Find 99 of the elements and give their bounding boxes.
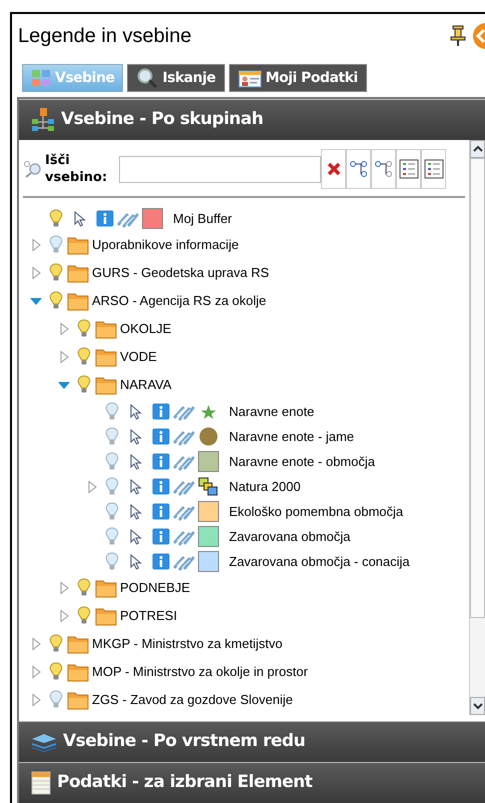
layer-label[interactable]: Zavarovana območja - conacija [229, 552, 410, 572]
section-title: Vsebine - Po vrstnem redu [63, 730, 306, 754]
layer-label[interactable]: Moj Buffer [173, 208, 232, 228]
folder-icon [95, 578, 117, 598]
table-icon [31, 771, 51, 795]
folder-icon [95, 319, 117, 339]
folder-label[interactable]: ARSO - Agencija RS za okolje [92, 291, 266, 311]
legend-button[interactable] [396, 149, 421, 189]
folder-icon [67, 690, 89, 710]
stack-icon [31, 732, 57, 752]
lightbulb-icon[interactable] [48, 690, 64, 710]
grid-icon [31, 69, 51, 87]
lightbulb-icon[interactable] [104, 552, 120, 572]
folder-label[interactable]: NARAVA [120, 375, 172, 395]
legend-button[interactable] [421, 149, 446, 189]
circle-symbol [198, 426, 219, 447]
tree-icon [348, 159, 368, 179]
lightbulb-icon[interactable] [76, 347, 92, 367]
section-title: Vsebine - Po skupinah [61, 108, 264, 132]
lightbulb-icon[interactable] [48, 662, 64, 682]
folder-icon [67, 263, 89, 283]
info-icon[interactable] [152, 478, 170, 495]
info-icon[interactable] [152, 428, 170, 445]
pointer-icon[interactable] [130, 504, 142, 520]
folder-icon [67, 235, 89, 255]
info-icon[interactable] [96, 210, 114, 227]
info-icon[interactable] [152, 503, 170, 520]
folder-icon [67, 662, 89, 682]
folder-label[interactable]: GURS - Geodetska uprava RS [92, 263, 270, 283]
hierarchy-icon [31, 108, 55, 132]
window-title: Legende in vsebine [18, 24, 192, 49]
layer-label[interactable]: Ekološko pomembna območja [229, 502, 404, 522]
layer-label[interactable]: Naravne enote - območja [229, 452, 375, 472]
folder-icon [95, 606, 117, 626]
folder-label[interactable]: MOP - Ministrstvo za okolje in prostor [92, 662, 308, 682]
folder-label[interactable]: OKOLJE [120, 319, 172, 339]
lightbulb-icon[interactable] [76, 578, 92, 598]
lightbulb-icon[interactable] [104, 402, 120, 422]
pin-icon[interactable] [450, 25, 466, 47]
lightbulb-icon[interactable] [48, 291, 64, 311]
lightbulb-icon[interactable] [48, 235, 64, 255]
collapse-all-button[interactable] [371, 149, 396, 189]
folder-label[interactable]: Uporabnikove informacije [92, 235, 239, 255]
lightbulb-icon[interactable] [104, 476, 120, 496]
pointer-icon[interactable] [130, 454, 142, 470]
lightbulb-icon[interactable] [104, 426, 120, 446]
section-title: Podatki - za izbrani Element [57, 771, 312, 794]
folder-icon [95, 375, 117, 395]
info-icon[interactable] [152, 528, 170, 545]
info-icon[interactable] [152, 403, 170, 420]
close-icon [326, 162, 340, 176]
pointer-icon[interactable] [74, 210, 86, 226]
scrollbar[interactable] [469, 140, 485, 715]
expand-all-button[interactable] [346, 149, 371, 189]
folder-label[interactable]: POTRESI [120, 606, 178, 626]
tree-icon [374, 159, 394, 179]
info-icon[interactable] [152, 453, 170, 470]
layer-label[interactable]: Naravne enote [229, 402, 314, 422]
section-header[interactable]: Podatki - za izbrani Element [19, 763, 485, 803]
pointer-icon[interactable] [130, 554, 142, 570]
info-icon[interactable] [152, 553, 170, 570]
lightbulb-icon[interactable] [76, 606, 92, 626]
folder-label[interactable]: ZGS - Zavod za gozdove Slovenije [92, 690, 293, 710]
layers-icon [198, 476, 219, 496]
lightbulb-icon[interactable] [104, 452, 120, 472]
lightbulb-icon[interactable] [48, 208, 64, 228]
layer-label[interactable]: Naravne enote - jame [229, 426, 354, 446]
section-header[interactable]: Vsebine - Po vrstnem redu [19, 722, 485, 762]
chevron-down-icon [472, 702, 482, 710]
list-icon [424, 159, 444, 179]
folder-label[interactable]: VODE [120, 347, 157, 367]
find-icon [23, 160, 43, 178]
search-field[interactable] [119, 156, 321, 182]
pointer-icon[interactable] [130, 528, 142, 544]
folder-label[interactable]: PODNEBJE [120, 578, 190, 598]
folder-icon [67, 291, 89, 311]
lightbulb-icon[interactable] [104, 526, 120, 546]
lightbulb-icon[interactable] [76, 375, 92, 395]
lightbulb-icon[interactable] [76, 319, 92, 339]
pointer-icon[interactable] [130, 428, 142, 444]
lightbulb-icon[interactable] [48, 634, 64, 654]
folder-icon [95, 347, 117, 367]
search-label: Išči vsebino: [45, 152, 107, 186]
layer-label[interactable]: Zavarovana območja [229, 526, 350, 546]
chevron-up-icon [472, 145, 482, 153]
pointer-icon[interactable] [130, 478, 142, 494]
pointer-icon[interactable] [130, 404, 142, 420]
layer-label[interactable]: Natura 2000 [229, 476, 301, 496]
id-card-icon [238, 68, 262, 88]
folder-label[interactable]: MKGP - Ministrstvo za kmetijstvo [92, 634, 282, 654]
lightbulb-icon[interactable] [104, 502, 120, 522]
folder-icon [67, 634, 89, 654]
tab[interactable]: Moji Podatki [228, 64, 367, 92]
section-header[interactable]: Vsebine - Po skupinah [19, 100, 485, 140]
list-icon [398, 159, 418, 179]
clear-button[interactable] [321, 149, 346, 189]
tab[interactable]: Iskanje [127, 64, 225, 92]
search-icon [136, 68, 158, 88]
lightbulb-icon[interactable] [48, 263, 64, 283]
